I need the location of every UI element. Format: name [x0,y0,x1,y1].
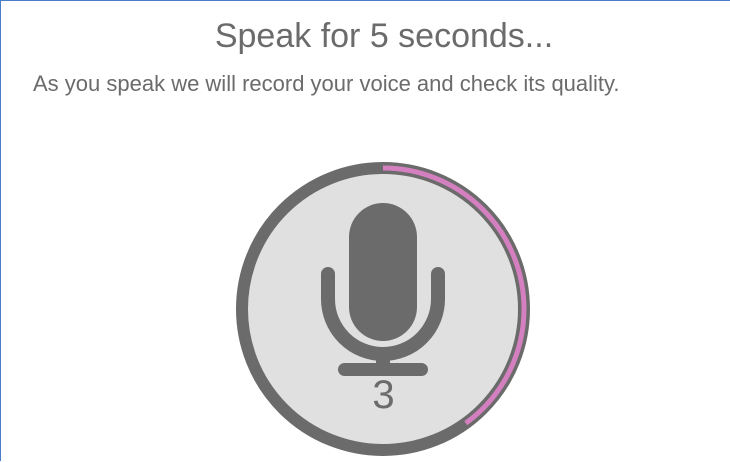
record-button[interactable]: 3 [231,157,536,462]
page-title: Speak for 5 seconds... [214,17,554,55]
instructions-text: As you speak we will record your voice a… [33,71,620,96]
recording-panel: Speak for 5 seconds... As you speak we w… [0,0,730,461]
countdown-number: 3 [372,373,395,417]
